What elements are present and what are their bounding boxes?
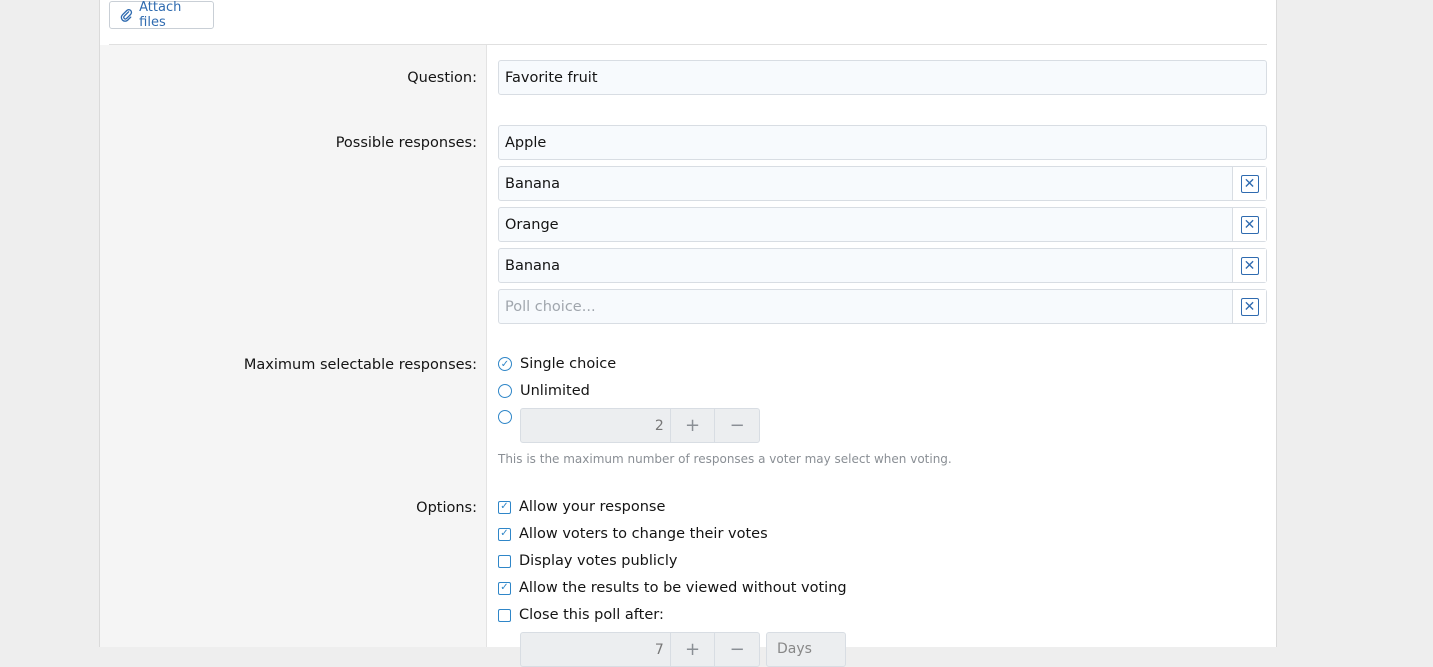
close-icon: ✕ <box>1240 174 1259 193</box>
response-value: Banana <box>505 257 560 274</box>
stepper-value[interactable]: 7 <box>521 633 670 666</box>
option-label: Display votes publicly <box>519 553 678 569</box>
response-input-2[interactable]: Banana ✕ <box>498 166 1267 201</box>
close-icon: ✕ <box>1240 215 1259 234</box>
attach-files-label: Attach files <box>139 0 182 30</box>
options-label: Options: <box>416 500 477 516</box>
attach-files-button[interactable]: Attach files <box>109 0 214 30</box>
checkbox-checked-icon: ✓ <box>498 500 511 514</box>
question-input[interactable]: Favorite fruit <box>498 60 1267 95</box>
question-value: Favorite fruit <box>505 69 598 86</box>
radio-unlimited[interactable]: Unlimited <box>498 383 590 399</box>
radio-icon <box>498 384 512 398</box>
close-poll-stepper[interactable]: 7 + − <box>520 632 760 667</box>
radio-single-choice[interactable]: ✓ Single choice <box>498 356 616 372</box>
stepper-value[interactable]: 2 <box>521 409 670 442</box>
max-responses-hint: This is the maximum number of responses … <box>498 452 952 466</box>
remove-response-button[interactable]: ✕ <box>1232 249 1266 282</box>
option-label: Allow the results to be viewed without v… <box>519 580 847 596</box>
response-input-3[interactable]: Orange ✕ <box>498 207 1267 242</box>
response-value: Apple <box>505 134 547 151</box>
option-display-public[interactable]: Display votes publicly <box>498 553 678 569</box>
decrement-button[interactable]: − <box>714 409 759 442</box>
decrement-button[interactable]: − <box>714 633 759 666</box>
remove-response-button[interactable]: ✕ <box>1232 290 1266 323</box>
checkbox-icon <box>498 608 511 622</box>
close-icon: ✕ <box>1240 256 1259 275</box>
question-label: Question: <box>407 70 477 86</box>
response-input-new[interactable]: Poll choice... ✕ <box>498 289 1267 324</box>
option-close-poll[interactable]: Close this poll after: <box>498 607 664 623</box>
option-label: Allow voters to change their votes <box>519 526 768 542</box>
radio-label: Unlimited <box>520 383 590 399</box>
response-placeholder: Poll choice... <box>505 298 596 315</box>
increment-button[interactable]: + <box>669 633 715 666</box>
checkbox-checked-icon: ✓ <box>498 527 511 541</box>
max-responses-label: Maximum selectable responses: <box>243 357 477 373</box>
radio-label: Single choice <box>520 356 617 372</box>
response-input-1[interactable]: Apple <box>498 125 1267 160</box>
response-value: Banana <box>505 175 560 192</box>
radio-custom[interactable] <box>498 410 512 424</box>
option-change-votes[interactable]: ✓ Allow voters to change their votes <box>498 526 768 542</box>
remove-response-button[interactable]: ✕ <box>1232 208 1266 241</box>
response-value: Orange <box>505 216 559 233</box>
option-view-results[interactable]: ✓ Allow the results to be viewed without… <box>498 580 847 596</box>
option-label: Allow your response <box>519 499 666 515</box>
option-label: Close this poll after: <box>519 607 664 623</box>
paperclip-icon <box>120 8 133 22</box>
close-icon: ✕ <box>1240 297 1259 316</box>
checkbox-checked-icon: ✓ <box>498 581 511 595</box>
response-input-4[interactable]: Banana ✕ <box>498 248 1267 283</box>
remove-response-button[interactable]: ✕ <box>1232 167 1266 200</box>
max-responses-stepper[interactable]: 2 + − <box>520 408 760 443</box>
radio-checked-icon: ✓ <box>498 357 512 371</box>
radio-icon <box>498 410 512 424</box>
option-allow-response[interactable]: ✓ Allow your response <box>498 499 665 515</box>
checkbox-icon <box>498 554 511 568</box>
responses-label: Possible responses: <box>335 135 477 151</box>
close-poll-unit-select[interactable]: Days <box>766 632 846 667</box>
increment-button[interactable]: + <box>669 409 715 442</box>
